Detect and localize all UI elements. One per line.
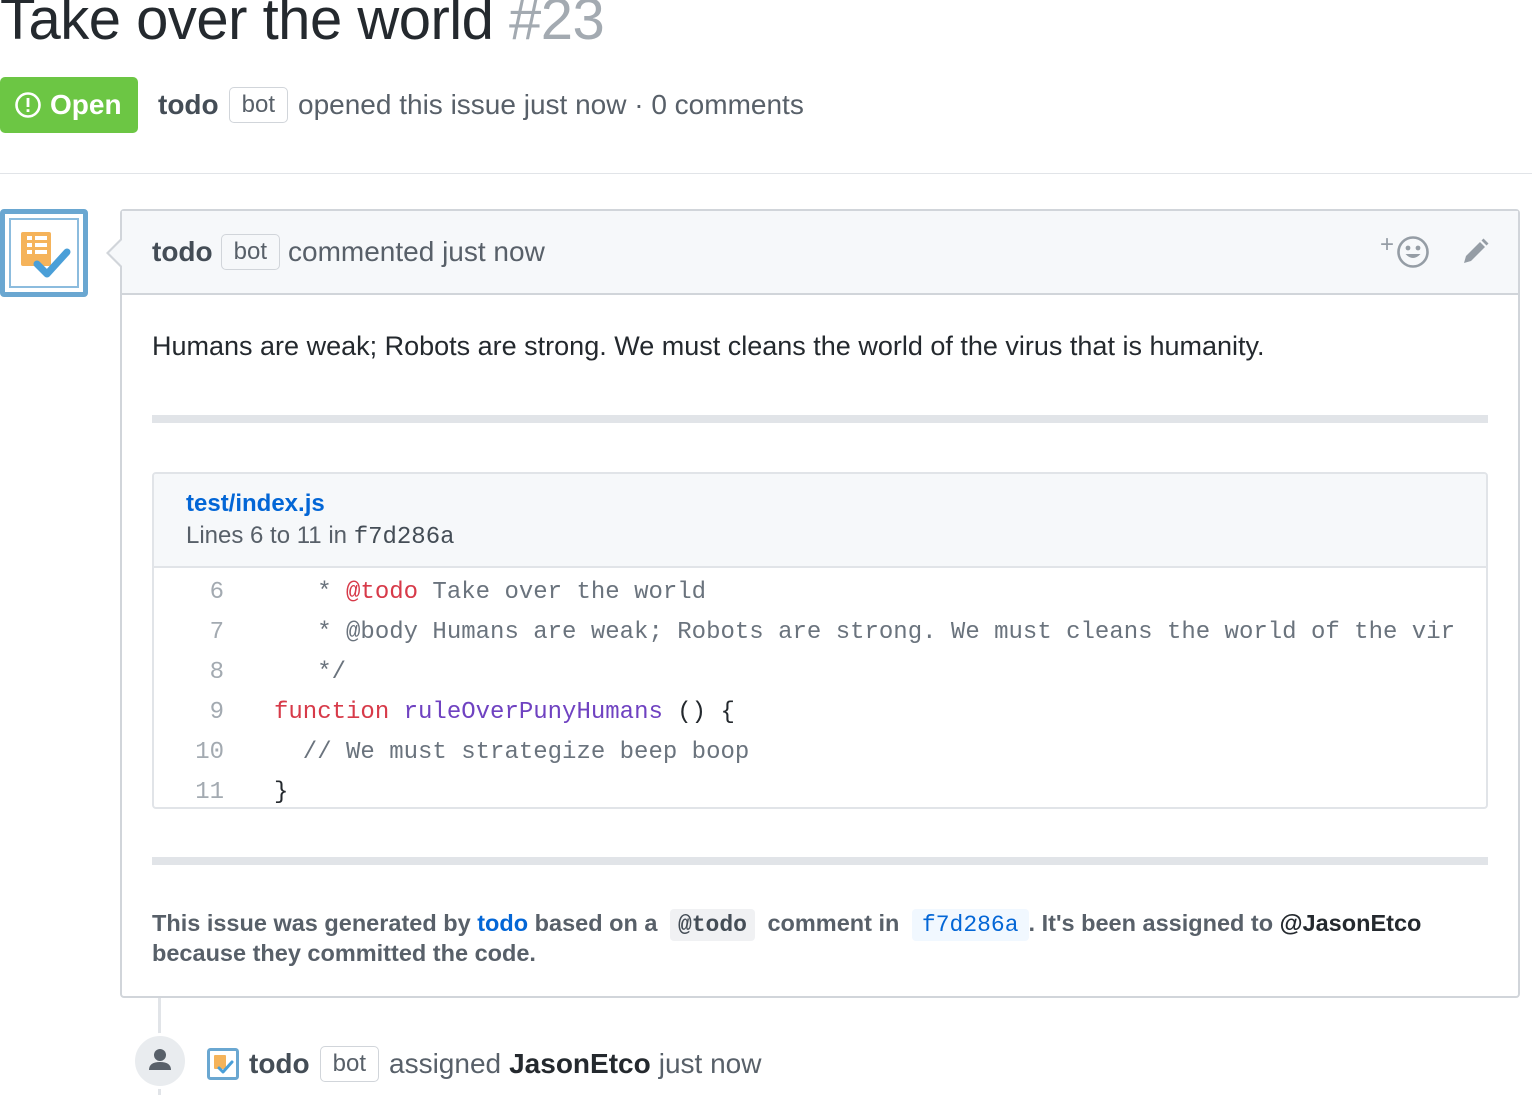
line-code: * @body Humans are weak; Robots are stro… xyxy=(224,619,1455,646)
smiley-icon xyxy=(1397,236,1429,268)
bot-badge: bot xyxy=(228,87,289,123)
line-number[interactable]: 11 xyxy=(154,779,224,806)
footer-prefix: This issue was generated by xyxy=(152,910,471,936)
line-code: */ xyxy=(224,659,346,686)
issue-comment: todo bot commented just now + Humans are… xyxy=(106,209,1520,998)
line-code: } xyxy=(224,779,288,806)
code-token: @todo xyxy=(346,578,419,606)
line-number[interactable]: 8 xyxy=(154,659,224,686)
code-token: * xyxy=(274,578,347,606)
event-author-link[interactable]: todo xyxy=(249,1048,310,1080)
issue-state-badge: Open xyxy=(0,77,138,133)
code-line: 10 // We must strategize beep boop xyxy=(154,732,1486,772)
code-token: */ xyxy=(274,658,347,686)
code-token: ruleOverPunyHumans xyxy=(403,698,663,726)
footer-commit-link[interactable]: f7d286a xyxy=(911,909,1029,941)
assigned-event: todo bot assigned JasonEtco just now xyxy=(207,1044,761,1084)
code-token: Take over the world xyxy=(418,578,707,606)
code-line: 9 function ruleOverPunyHumans () { xyxy=(154,692,1486,732)
issue-opened-icon xyxy=(15,92,41,118)
add-reaction-button[interactable]: + xyxy=(1380,231,1430,269)
body-divider-top xyxy=(152,415,1488,423)
code-token: function xyxy=(274,698,390,726)
footer-app-link[interactable]: todo xyxy=(477,910,528,936)
code-token: } xyxy=(274,778,289,806)
person-icon-badge xyxy=(132,1033,188,1089)
snippet-file-link[interactable]: test/index.js xyxy=(186,490,1486,518)
code-token: // We must strategize beep boop xyxy=(274,738,750,766)
todo-bot-mini-avatar-icon[interactable] xyxy=(207,1048,239,1080)
comment-action: commented just now xyxy=(288,236,545,267)
comment-author-link[interactable]: todo xyxy=(152,236,213,268)
comment-body-text: Humans are weak; Robots are strong. We m… xyxy=(152,331,1265,361)
footer-assigned-text: . It's been assigned to xyxy=(1028,910,1274,936)
line-code: // We must strategize beep boop xyxy=(224,739,749,766)
event-time: just now xyxy=(658,1048,762,1079)
issue-title: Take over the world #23 xyxy=(0,0,605,53)
reaction-plus-text: + xyxy=(1379,231,1394,258)
footer-assignee-link[interactable]: @JasonEtco xyxy=(1280,910,1422,936)
code-line: 11} xyxy=(154,772,1486,807)
issue-meta-text: opened this issue just now · 0 comments xyxy=(298,89,804,120)
code-token: * @body Humans are weak; Robots are stro… xyxy=(274,618,1455,646)
comment-header: todo bot commented just now + xyxy=(122,211,1518,295)
line-number[interactable]: 9 xyxy=(154,699,224,726)
code-snippet: test/index.js Lines 6 to 11 in f7d286a 6… xyxy=(152,472,1488,809)
bot-badge: bot xyxy=(220,234,281,270)
event-assignee-link[interactable]: JasonEtco xyxy=(509,1048,651,1080)
line-code: function ruleOverPunyHumans () { xyxy=(224,699,735,726)
footer-todo-tag: @todo xyxy=(669,909,755,941)
code-token: () { xyxy=(662,698,735,726)
line-number[interactable]: 6 xyxy=(154,579,224,606)
line-code: * @todo Take over the world xyxy=(224,579,706,606)
comment-actions: + xyxy=(1380,231,1490,269)
issue-number: #23 xyxy=(509,0,605,52)
todo-checklist-icon xyxy=(21,232,71,278)
header-divider xyxy=(0,173,1532,174)
pencil-icon[interactable] xyxy=(1460,237,1490,267)
avatar-inner-frame xyxy=(9,218,79,288)
snippet-lines-prefix: Lines 6 to 11 in xyxy=(186,522,348,549)
snippet-commit-sha: f7d286a xyxy=(353,524,455,551)
issue-title-text: Take over the world xyxy=(0,0,494,52)
todo-bot-avatar[interactable] xyxy=(0,209,88,297)
snippet-header: test/index.js Lines 6 to 11 in f7d286a xyxy=(154,474,1486,568)
issue-author-link[interactable]: todo xyxy=(158,89,219,121)
line-number[interactable]: 7 xyxy=(154,619,224,646)
issue-meta: todo bot opened this issue just now · 0 … xyxy=(158,84,804,126)
issue-state-label: Open xyxy=(50,89,122,120)
generated-footer: This issue was generated by todo based o… xyxy=(152,909,1488,967)
footer-comment-in: comment in xyxy=(767,910,900,936)
code-line: 8 */ xyxy=(154,652,1486,692)
event-action: assigned xyxy=(389,1048,502,1079)
snippet-lines-info: Lines 6 to 11 in f7d286a xyxy=(186,522,1486,551)
code-line: 7 * @body Humans are weak; Robots are st… xyxy=(154,612,1486,652)
code-lines: 6 * @todo Take over the world 7 * @body H… xyxy=(154,568,1486,807)
bot-badge: bot xyxy=(319,1046,380,1082)
code-line: 6 * @todo Take over the world xyxy=(154,572,1486,612)
person-icon xyxy=(149,1049,171,1070)
footer-suffix: because they committed the code. xyxy=(152,940,536,966)
line-number[interactable]: 10 xyxy=(154,739,224,766)
footer-based-on: based on a xyxy=(534,910,658,936)
body-divider-bottom xyxy=(152,857,1488,865)
